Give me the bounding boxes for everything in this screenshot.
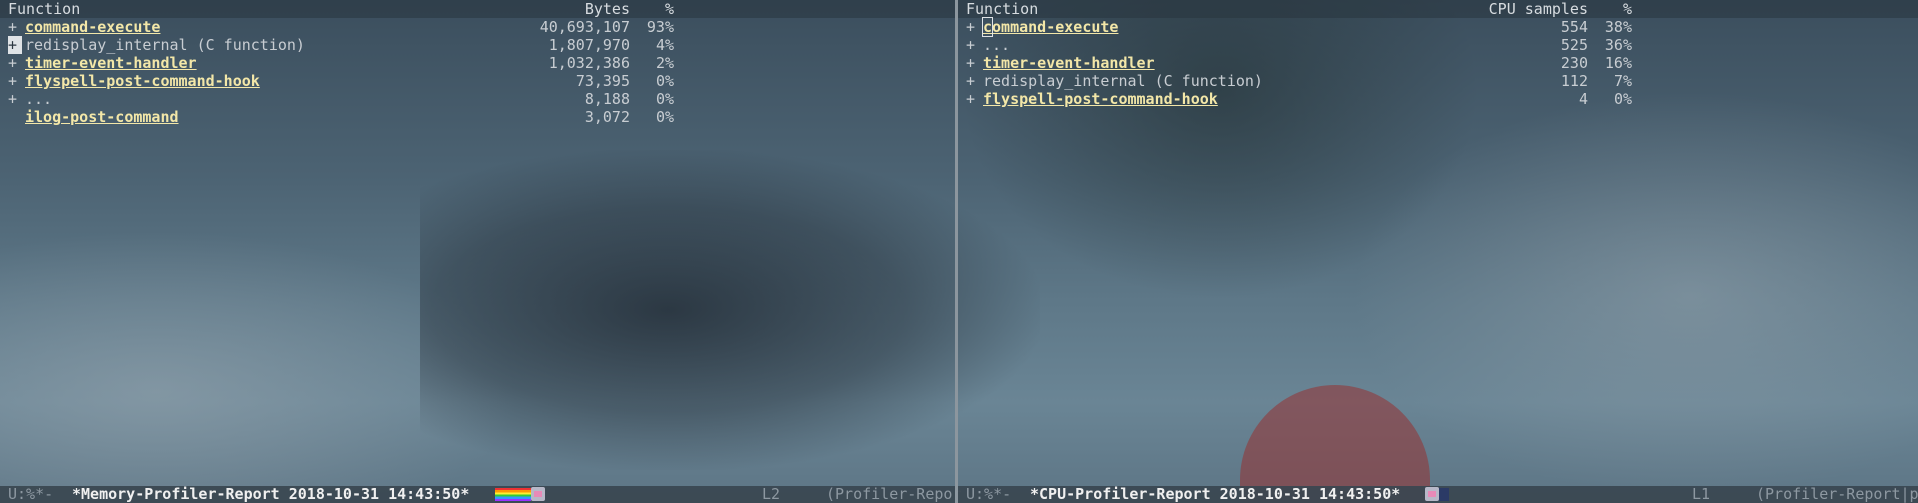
- cpu-function-name[interactable]: flyspell-post-command-hook: [983, 90, 1218, 108]
- cpu-percent-value: 7%: [1613, 72, 1632, 90]
- memory-header-bytes: Bytes: [584, 0, 630, 18]
- memory-mode-line-line-number: L2: [762, 485, 781, 503]
- cpu-percent-value: 36%: [1604, 36, 1632, 54]
- cpu-samples-value: 525: [1560, 36, 1588, 54]
- cpu-header-row: Function CPU samples %: [958, 0, 1918, 18]
- memory-mode-line-major-mode[interactable]: (Profiler-Repor: [826, 486, 961, 503]
- memory-function-name[interactable]: command-execute: [25, 18, 160, 36]
- expand-toggle-icon[interactable]: +: [8, 90, 22, 108]
- memory-row[interactable]: + timer-event-handler 1,032,386 2%: [0, 54, 955, 72]
- cpu-header-function: Function: [966, 0, 1039, 18]
- cpu-function-name-rest: ommand-execute: [992, 18, 1119, 36]
- cpu-mode-line-status: U:%*-: [966, 485, 1012, 503]
- memory-function-name: ...: [25, 90, 53, 108]
- cpu-row[interactable]: +... 525 36%: [958, 36, 1918, 54]
- memory-function-name[interactable]: timer-event-handler: [25, 54, 197, 72]
- cpu-function-name: redisplay_internal (C function): [983, 72, 1263, 90]
- expand-toggle-icon[interactable]: +: [8, 18, 22, 36]
- nyan-cat-progress-icon: [495, 488, 531, 501]
- cpu-row[interactable]: + redisplay_internal (C function) 112 7%: [958, 72, 1918, 90]
- memory-bytes-value: 8,188: [584, 90, 630, 108]
- cpu-samples-value: 4: [1578, 90, 1588, 108]
- cpu-percent-value: 16%: [1604, 54, 1632, 72]
- cpu-row[interactable]: + timer-event-handler 230 16%: [958, 54, 1918, 72]
- cpu-samples-value: 230: [1560, 54, 1588, 72]
- cpu-function-name[interactable]: command-execute: [981, 17, 1119, 37]
- expand-toggle-icon[interactable]: +: [966, 36, 980, 54]
- cpu-samples-value: 554: [1560, 18, 1588, 36]
- nyan-cat-icon: [531, 487, 545, 501]
- memory-bytes-value: 73,395: [575, 72, 630, 90]
- cpu-mode-line-line-number: L1: [1692, 485, 1711, 503]
- expand-toggle-icon[interactable]: +: [966, 54, 980, 72]
- memory-function-name: redisplay_internal (C function): [25, 36, 305, 54]
- expand-toggle-icon[interactable]: +: [8, 72, 22, 90]
- memory-row[interactable]: ilog-post-command 3,072 0%: [0, 108, 955, 126]
- cpu-row[interactable]: + command-execute 554 38%: [958, 17, 1918, 37]
- memory-profiler-pane[interactable]: Function Bytes % + command-execute 40,693,…: [0, 0, 955, 486]
- memory-percent-value: 4%: [655, 36, 674, 54]
- cpu-header-percent: %: [1622, 0, 1632, 18]
- expand-toggle-icon[interactable]: +: [8, 54, 22, 72]
- nyan-cat-icon: [1425, 487, 1439, 501]
- cpu-profiler-pane[interactable]: Function CPU samples % + command-execute 5…: [958, 0, 1918, 486]
- cpu-samples-value: 112: [1560, 72, 1588, 90]
- expand-toggle-icon[interactable]: +: [8, 36, 22, 54]
- memory-bytes-value: 1,807,970: [548, 36, 630, 54]
- memory-percent-value: 0%: [655, 108, 674, 126]
- cpu-header-samples: CPU samples: [1488, 0, 1588, 18]
- memory-header-percent: %: [664, 0, 674, 18]
- cpu-function-name[interactable]: timer-event-handler: [983, 54, 1155, 72]
- memory-percent-value: 2%: [655, 54, 674, 72]
- memory-bytes-value: 40,693,107: [539, 18, 630, 36]
- memory-row[interactable]: + flyspell-post-command-hook 73,395 0%: [0, 72, 955, 90]
- memory-row[interactable]: + command-execute 40,693,107 93%: [0, 18, 955, 36]
- text-cursor: c: [981, 17, 994, 37]
- memory-header-row: Function Bytes %: [0, 0, 955, 18]
- memory-mode-line-buffer-name[interactable]: *Memory-Profiler-Report 2018-10-31 14:43…: [72, 486, 469, 503]
- cpu-mode-line[interactable]: U:%*- *CPU-Profiler-Report 2018-10-31 14…: [958, 486, 1918, 503]
- memory-mode-line-status: U:%*-: [8, 485, 54, 503]
- expand-toggle-icon[interactable]: +: [966, 90, 980, 108]
- memory-bytes-value: 1,032,386: [548, 54, 630, 72]
- nyan-space-icon: [1439, 488, 1449, 501]
- memory-function-name[interactable]: ilog-post-command: [25, 108, 179, 126]
- memory-mode-line[interactable]: U:%*- *Memory-Profiler-Report 2018-10-31…: [0, 485, 961, 503]
- cpu-mode-line-buffer-name[interactable]: *CPU-Profiler-Report 2018-10-31 14:43:50…: [1030, 486, 1400, 503]
- memory-bytes-value: 3,072: [584, 108, 630, 126]
- memory-function-name[interactable]: flyspell-post-command-hook: [25, 72, 260, 90]
- memory-percent-value: 93%: [646, 18, 674, 36]
- expand-toggle-icon[interactable]: +: [966, 18, 980, 36]
- memory-header-function: Function: [8, 0, 81, 18]
- cpu-percent-value: 0%: [1613, 90, 1632, 108]
- memory-percent-value: 0%: [655, 72, 674, 90]
- cpu-mode-line-major-mode[interactable]: (Profiler-Report|p: [1756, 486, 1918, 503]
- cpu-percent-value: 38%: [1604, 18, 1632, 36]
- cpu-function-name: ...: [983, 36, 1011, 54]
- memory-row[interactable]: + redisplay_internal (C function) 1,807,97…: [0, 36, 955, 54]
- cpu-row[interactable]: + flyspell-post-command-hook 4 0%: [958, 90, 1918, 108]
- expand-toggle-icon[interactable]: +: [966, 72, 980, 90]
- memory-percent-value: 0%: [655, 90, 674, 108]
- memory-row[interactable]: +... 8,188 0%: [0, 90, 955, 108]
